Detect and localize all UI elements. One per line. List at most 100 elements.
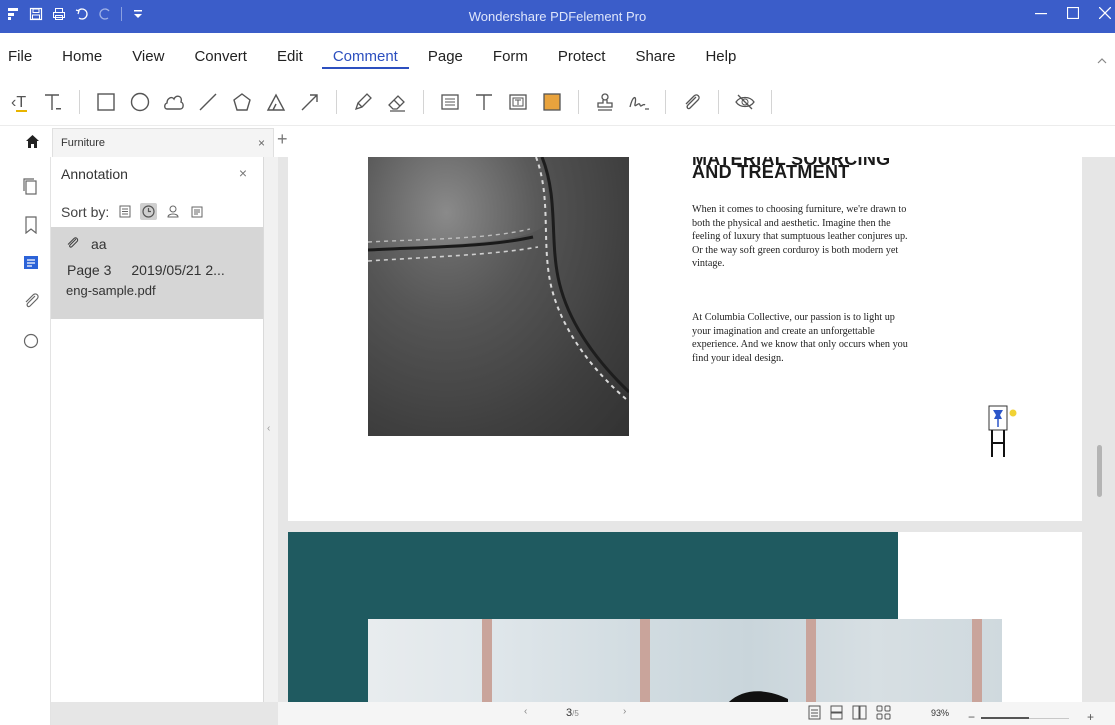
page-indicator[interactable]: 3/5 — [566, 707, 579, 719]
stamp-icon[interactable] — [590, 87, 620, 117]
zoom-out-button[interactable]: − — [968, 710, 975, 724]
new-tab-button[interactable]: + — [277, 129, 288, 150]
annotation-date: 2019/05/21 2... — [131, 262, 225, 278]
search-panel-icon[interactable] — [21, 331, 41, 351]
rectangle-icon[interactable] — [91, 87, 121, 117]
leather-photo — [368, 157, 629, 436]
sort-by-type-icon[interactable] — [188, 203, 205, 220]
interior-photo — [368, 619, 1002, 702]
left-sidebar — [0, 157, 51, 725]
menu-protect[interactable]: Protect — [543, 33, 621, 79]
annotation-header: aa — [66, 236, 107, 252]
menu-home[interactable]: Home — [47, 33, 117, 79]
annotation-panel-icon[interactable] — [21, 253, 41, 273]
eraser-icon[interactable] — [382, 87, 412, 117]
attachment-icon[interactable] — [677, 87, 707, 117]
tab-label: Furniture — [61, 137, 106, 149]
zoom-track[interactable] — [981, 717, 1070, 719]
text-box-icon[interactable] — [503, 87, 533, 117]
menu-edit[interactable]: Edit — [262, 33, 318, 79]
section-heading: AND TREATMENT — [692, 162, 850, 182]
paragraph-1: When it comes to choosing furniture, we'… — [692, 204, 908, 269]
pdf-page: MATERIAL SOURCING AND TREATMENT When it … — [288, 157, 1082, 521]
pin-annotation-icon[interactable] — [988, 405, 1024, 480]
annotation-meta: Page 3 2019/05/21 2... — [67, 262, 225, 278]
bookmark-icon[interactable] — [21, 215, 41, 235]
menu-file[interactable]: File — [0, 33, 47, 79]
menu-page[interactable]: Page — [413, 33, 478, 79]
toolbar-separator — [79, 90, 80, 114]
home-icon[interactable] — [25, 134, 40, 154]
document-view[interactable]: MATERIAL SOURCING AND TREATMENT When it … — [278, 157, 1115, 702]
toolbar-separator — [336, 90, 337, 114]
zoom-fill — [981, 717, 1030, 719]
sort-by-page-icon[interactable] — [116, 203, 133, 220]
window-title: Wondershare PDFelement Pro — [468, 9, 647, 24]
next-page-icon[interactable]: › — [623, 706, 626, 717]
toolbar-separator — [423, 90, 424, 114]
toolbar-separator — [771, 90, 772, 114]
minimize-icon[interactable] — [1035, 6, 1047, 24]
annotation-author: eng-sample.pdf — [66, 283, 156, 298]
text-comment-icon[interactable] — [469, 87, 499, 117]
oval-icon[interactable] — [125, 87, 155, 117]
menu-form[interactable]: Form — [478, 33, 543, 79]
close-icon[interactable] — [1098, 6, 1112, 24]
strikethrough-text-icon[interactable] — [38, 87, 68, 117]
panel-close-button[interactable]: × — [239, 165, 247, 181]
zoom-in-button[interactable]: + — [1087, 710, 1094, 724]
menu-share[interactable]: Share — [620, 33, 690, 79]
title-bar: Wondershare PDFelement Pro — [0, 0, 1115, 33]
document-tab-bar: Furniture × + — [0, 125, 1115, 158]
annotation-name: aa — [91, 236, 107, 252]
panel-splitter[interactable]: ‹ — [264, 157, 278, 702]
menu-comment[interactable]: Comment — [318, 33, 413, 79]
sort-by-time-icon[interactable] — [140, 203, 158, 220]
polygon-icon[interactable] — [227, 87, 257, 117]
continuous-view-icon[interactable] — [830, 705, 843, 725]
tab-close-button[interactable]: × — [258, 136, 265, 150]
annotation-panel: Annotation × Sort by: aa Page 3 2019/05/2… — [51, 157, 264, 702]
sort-by-author-icon[interactable] — [164, 203, 181, 220]
view-mode-group — [808, 705, 891, 725]
menu-help[interactable]: Help — [690, 33, 751, 79]
panel-title: Annotation — [61, 166, 128, 182]
hide-comments-icon[interactable] — [730, 87, 760, 117]
zoom-level[interactable]: 93% — [931, 708, 949, 718]
thumbnail-view-icon[interactable] — [876, 705, 891, 725]
single-page-view-icon[interactable] — [808, 705, 821, 725]
tab-furniture[interactable]: Furniture × — [52, 128, 274, 158]
collapse-arrow-icon[interactable]: ‹ — [267, 423, 270, 434]
vertical-scrollbar-thumb[interactable] — [1097, 445, 1102, 497]
two-page-view-icon[interactable] — [852, 705, 867, 725]
sort-label: Sort by: — [61, 203, 110, 220]
collapse-ribbon-icon[interactable] — [1097, 52, 1107, 70]
menu-bar: File Home View Convert Edit Comment Page… — [0, 33, 1115, 79]
svg-text:‹T: ‹T — [11, 94, 26, 111]
area-highlight-icon[interactable] — [537, 87, 567, 117]
menu-view[interactable]: View — [117, 33, 179, 79]
underline-text-icon[interactable]: ‹T — [4, 87, 34, 117]
menu-convert[interactable]: Convert — [179, 33, 262, 79]
maximize-icon[interactable] — [1066, 6, 1080, 24]
paperclip-icon — [66, 236, 79, 252]
sticky-note-icon[interactable] — [435, 87, 465, 117]
signature-icon[interactable] — [624, 87, 654, 117]
arrow-icon[interactable] — [295, 87, 325, 117]
zoom-slider[interactable]: − + — [968, 710, 1094, 724]
window-controls — [1035, 6, 1112, 24]
toolbar-separator — [718, 90, 719, 114]
connected-lines-icon[interactable] — [261, 87, 291, 117]
comment-toolbar: ‹T — [0, 79, 1115, 125]
pdf-page — [288, 532, 1082, 702]
prev-page-icon[interactable]: ‹ — [524, 706, 527, 717]
annotation-list-item[interactable]: aa Page 3 2019/05/21 2... eng-sample.pdf — [51, 227, 263, 319]
attachments-panel-icon[interactable] — [21, 291, 41, 311]
cloud-icon[interactable] — [159, 87, 189, 117]
thumbnails-icon[interactable] — [21, 177, 41, 197]
sort-row: Sort by: — [61, 203, 205, 220]
status-bar: ‹ 3/5 › 93% − + — [278, 702, 1115, 725]
annotation-page: Page 3 — [67, 262, 112, 278]
pencil-icon[interactable] — [348, 87, 378, 117]
line-icon[interactable] — [193, 87, 223, 117]
